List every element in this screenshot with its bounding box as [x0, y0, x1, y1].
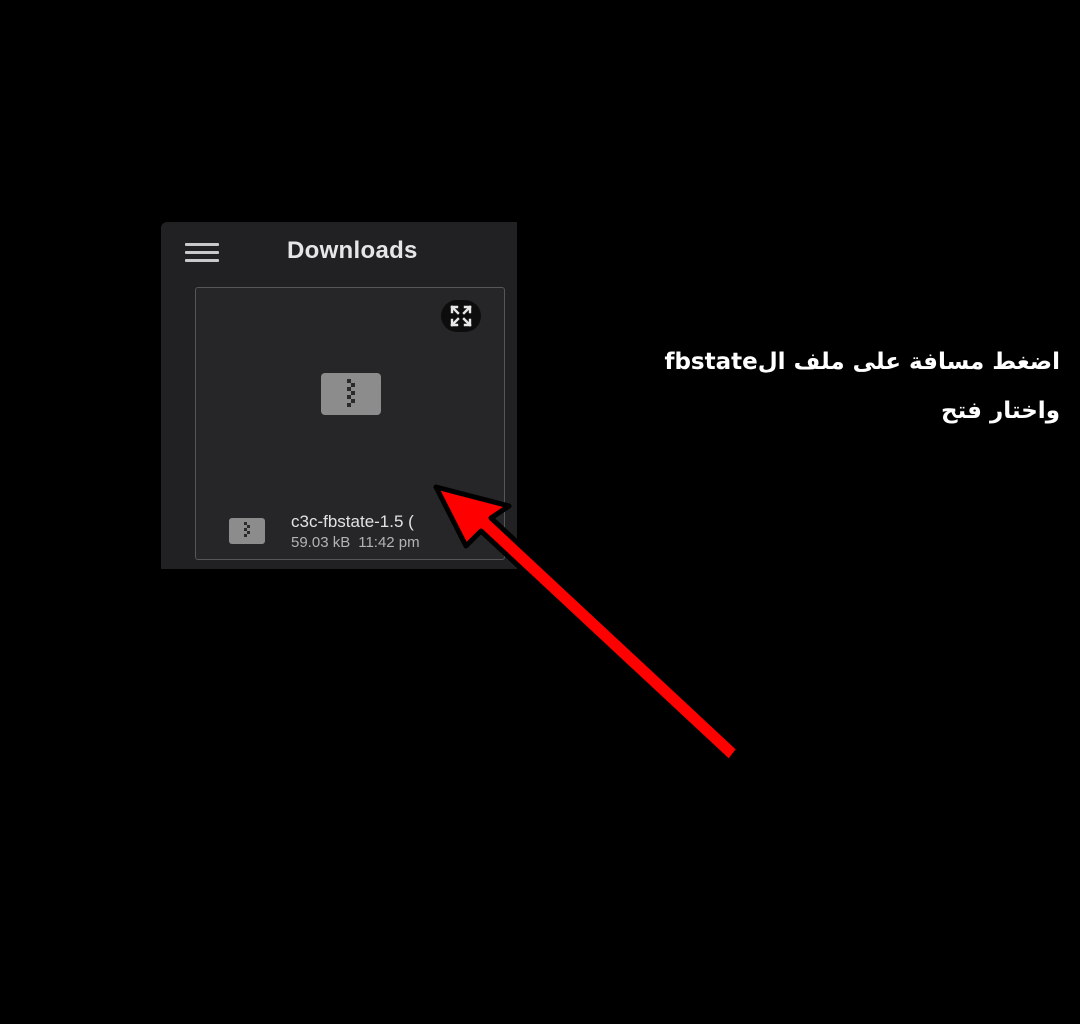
- instruction-line-2: واختار فتح: [940, 398, 1060, 424]
- app-header: Downloads: [161, 222, 517, 284]
- screenshot-canvas: Downloads c3c-fbstate-1.5 (59.03 kB 11:…: [0, 0, 1080, 1024]
- file-name: c3c-fbstate-1.5 (: [291, 512, 414, 531]
- downloads-app-panel: Downloads c3c-fbstate-1.5 (59.03 kB 11:…: [161, 222, 517, 569]
- page-title: Downloads: [287, 237, 418, 264]
- file-meta: 59.03 kB 11:42 pm: [291, 534, 420, 551]
- file-size: 59.03 kB: [291, 534, 351, 551]
- instruction-line-1: اضغط مسافة على ملف الfbstate: [664, 349, 1060, 375]
- expand-button[interactable]: [441, 300, 481, 332]
- file-type-zip-icon: [229, 518, 265, 544]
- expand-fullscreen-icon: [450, 305, 472, 327]
- instruction-text: اضغط مسافة على ملف الfbstate واختار فتح: [590, 338, 1060, 436]
- zip-archive-icon: [321, 373, 381, 415]
- file-time: 11:42 pm: [358, 534, 420, 551]
- download-file-card[interactable]: c3c-fbstate-1.5 ( 59.03 kB 11:42 pm: [195, 287, 505, 560]
- hamburger-menu-icon[interactable]: [183, 243, 221, 265]
